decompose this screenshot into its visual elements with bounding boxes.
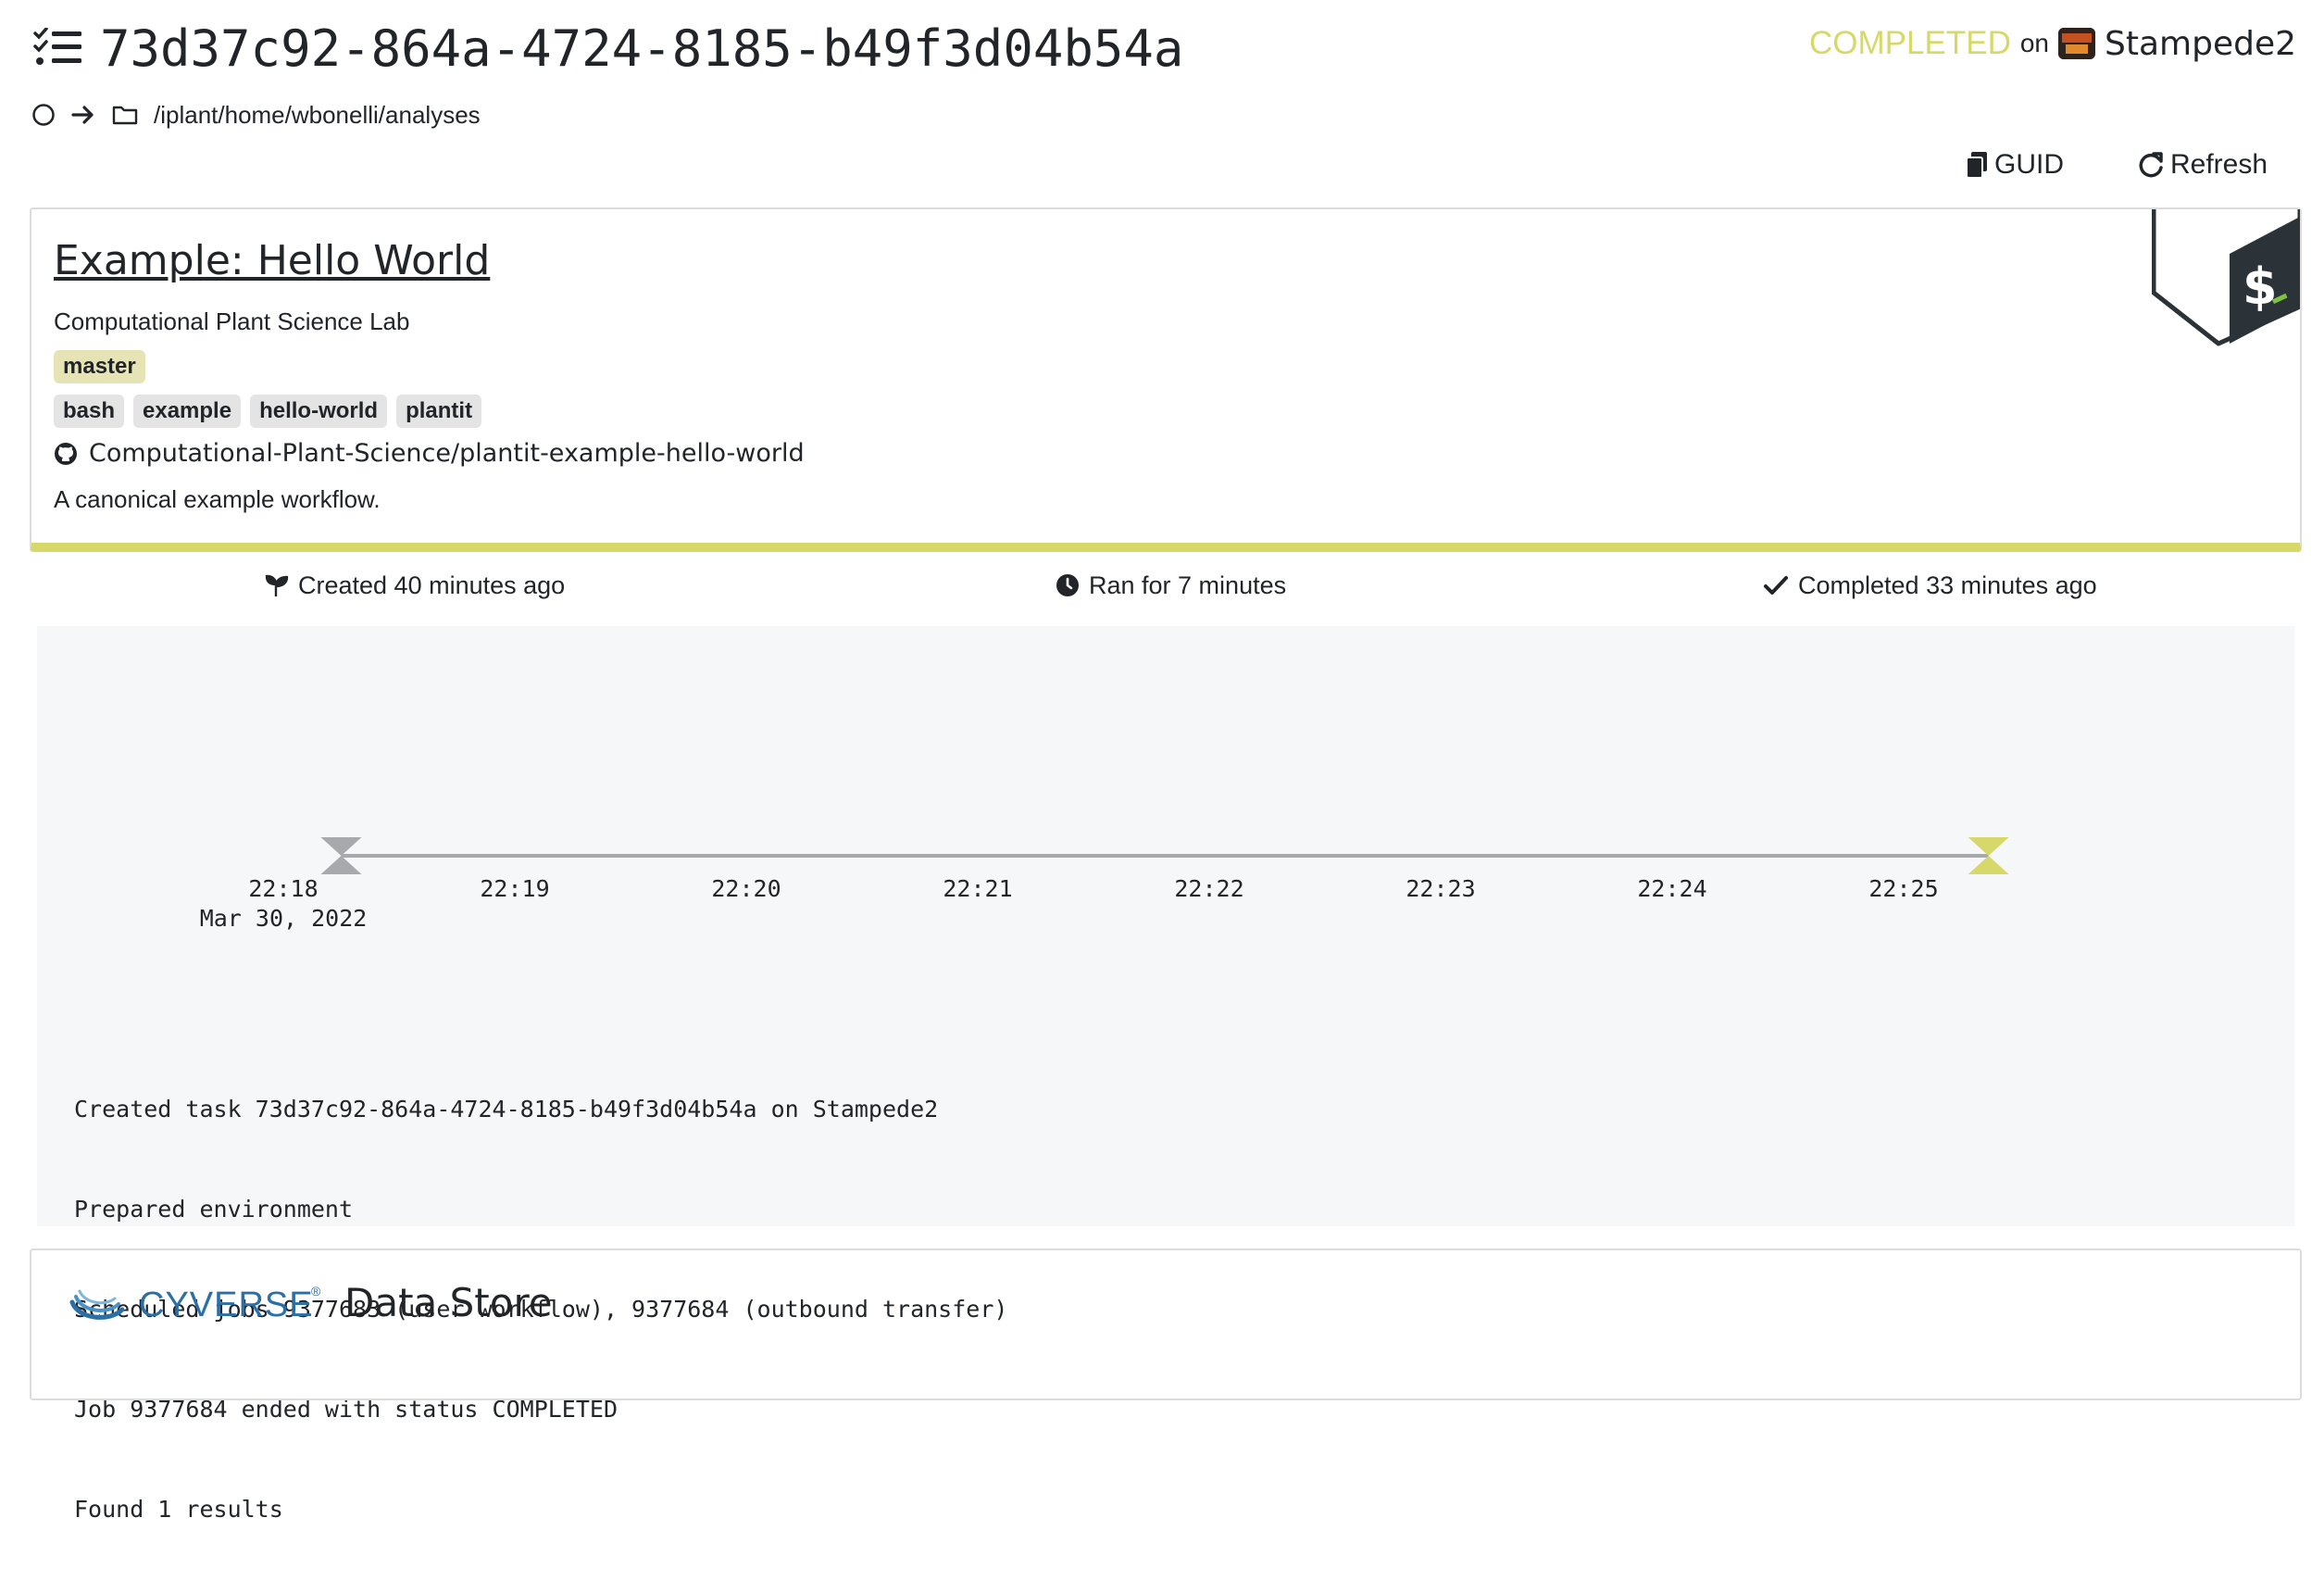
shell-logo-icon: $	[2152, 209, 2300, 346]
timeline-chart: 22:18 Mar 30, 2022 22:19 22:20 22:21 22:22 22:…	[200, 837, 2009, 932]
output-path[interactable]: /iplant/home/wbonelli/analyses	[154, 101, 481, 130]
timeline-tick-label: 22:21	[943, 875, 1012, 902]
workflow-author: Computational Plant Science Lab	[54, 307, 410, 335]
workflow-card: Example: Hello World Computational Plant…	[30, 207, 2302, 552]
task-list-icon	[33, 28, 81, 65]
task-status: COMPLETED on Stampede2	[1809, 20, 2296, 67]
tag-badge: hello-world	[250, 395, 388, 428]
timeline-tick-label: 22:25	[1868, 875, 1938, 902]
repo-name: Computational-Plant-Science/plantit-exam…	[89, 439, 805, 468]
tag-badge: example	[133, 395, 242, 428]
breadcrumb: /iplant/home/wbonelli/analyses	[31, 98, 481, 132]
timeline-tick-label: 22:24	[1637, 875, 1706, 902]
timeline-tick-label: 22:20	[711, 875, 781, 902]
agent-name[interactable]: Stampede2	[2105, 25, 2296, 63]
log-line: Found 1 results	[74, 1496, 283, 1523]
workflow-branch: master	[54, 350, 155, 383]
copy-icon	[1966, 152, 1987, 179]
refresh-icon	[2139, 152, 2163, 178]
workflow-tags: bash example hello-world plantit	[54, 395, 491, 428]
timeline-tick-label: 22:19	[480, 875, 549, 902]
tag-badge: plantit	[396, 395, 482, 428]
log-line: Prepared environment	[74, 1196, 354, 1223]
check-icon	[1764, 576, 1788, 595]
guid-label: GUID	[1994, 149, 2064, 180]
workflow-description: A canonical example workflow.	[54, 485, 381, 513]
timeline-date-label: Mar 30, 2022	[200, 905, 368, 932]
timeline-panel: 22:18 Mar 30, 2022 22:19 22:20 22:21 22:22 22:…	[37, 626, 2294, 1523]
status-badge: COMPLETED	[1809, 25, 2011, 61]
status-on-label: on	[2019, 29, 2049, 57]
refresh-button[interactable]: Refresh	[2137, 144, 2268, 185]
log-line: Created task 73d37c92-864a-4724-8185-b49…	[74, 1096, 939, 1123]
clock-icon	[1056, 574, 1079, 596]
timeline-tick-label: 22:23	[1406, 875, 1475, 902]
arrow-right-icon	[71, 106, 94, 124]
timeline-tick-label: 22:18	[248, 875, 318, 902]
github-icon	[55, 442, 77, 465]
completed-label: Completed 33 minutes ago	[1798, 571, 2097, 599]
copy-guid-button[interactable]: GUID	[1965, 144, 2064, 185]
cyverse-brand: CYVERSE	[139, 1286, 314, 1324]
created-label: Created 40 minutes ago	[298, 571, 566, 599]
completed-stat: Completed 33 minutes ago	[1763, 567, 2097, 604]
cyverse-trademark: ®	[311, 1284, 321, 1298]
agent-logo-icon	[2058, 28, 2095, 59]
svg-text:$: $	[2243, 257, 2278, 316]
task-id-title: 73d37c92-864a-4724-8185-b49f3d04b54a	[100, 19, 1184, 78]
branch-badge: master	[54, 350, 145, 383]
folder-icon	[112, 106, 138, 125]
circle-icon	[32, 104, 55, 126]
ran-label: Ran for 7 minutes	[1089, 571, 1287, 599]
refresh-label: Refresh	[2170, 149, 2268, 180]
tag-badge: bash	[54, 395, 125, 428]
seedling-icon	[265, 574, 289, 596]
cyverse-logo-icon	[69, 1289, 124, 1320]
created-stat: Created 40 minutes ago	[265, 567, 565, 604]
timeline-tick-label: 22:22	[1174, 875, 1243, 902]
datastore-card: CYVERSE ® Data Store	[30, 1248, 2302, 1400]
ran-stat: Ran for 7 minutes	[1056, 567, 1286, 604]
datastore-title: Data Store	[344, 1280, 553, 1325]
workflow-name-link[interactable]: Example: Hello World	[54, 237, 490, 284]
workflow-repo-link[interactable]: Computational-Plant-Science/plantit-exam…	[54, 439, 805, 468]
